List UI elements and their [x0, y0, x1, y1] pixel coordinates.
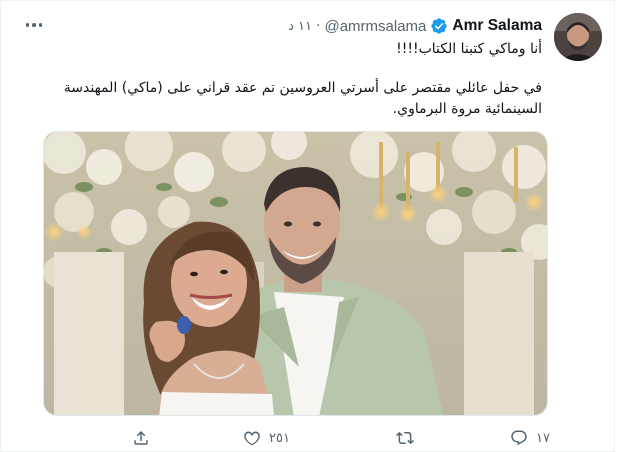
heart-icon[interactable]: [243, 429, 261, 447]
tweet-text-body: في حفل عائلي مقتصر على أسرتي العروسين تم…: [63, 80, 542, 117]
retweet-icon[interactable]: [396, 429, 414, 447]
retweet-action[interactable]: [396, 427, 422, 449]
reply-count: ١٧: [536, 430, 550, 446]
tweet-photo[interactable]: [43, 131, 548, 416]
author-name[interactable]: Amr Salama: [452, 17, 542, 35]
verified-badge-icon: [431, 18, 448, 34]
tweet-header: Amr Salama @amrmsalama · ١١ د: [288, 14, 542, 38]
reply-icon[interactable]: [510, 429, 528, 447]
like-action[interactable]: ٢٥١: [243, 427, 290, 449]
separator-dot: ·: [316, 18, 321, 34]
more-icon[interactable]: [23, 17, 45, 33]
like-count: ٢٥١: [269, 430, 290, 446]
tweet-text-line1: أنا وماكي كتبنا الكتاب!!!!: [396, 41, 542, 57]
share-action[interactable]: [132, 427, 150, 449]
avatar[interactable]: [554, 13, 602, 61]
share-icon[interactable]: [132, 429, 150, 447]
reply-action[interactable]: ١٧: [510, 427, 550, 449]
tweet-actions: ١٧ ٢٥١: [113, 427, 550, 449]
tweet-timestamp[interactable]: ١١ د: [288, 19, 312, 34]
tweet-card[interactable]: Amr Salama @amrmsalama · ١١ د أنا وماكي …: [0, 0, 615, 452]
author-handle[interactable]: @amrmsalama: [324, 18, 426, 35]
